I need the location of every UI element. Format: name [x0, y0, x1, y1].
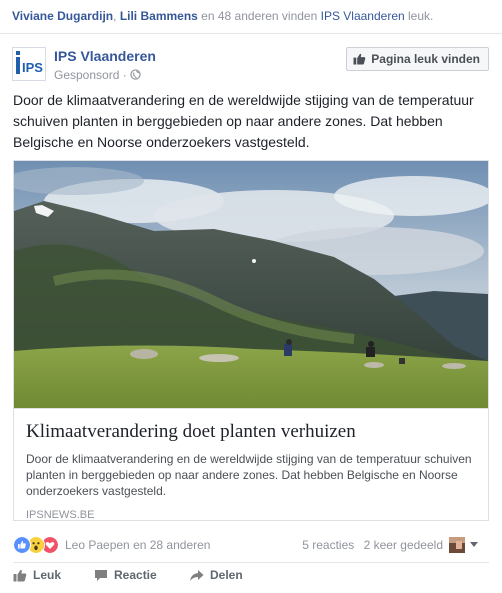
share-button[interactable]: Delen: [189, 568, 243, 582]
post-header: IPS IPS Vlaanderen Gesponsord · Pagina l…: [0, 34, 502, 90]
card-domain: IPSNEWS.BE: [26, 509, 95, 521]
meta-dot: ·: [122, 68, 127, 82]
like-button[interactable]: Leuk: [13, 568, 61, 582]
link-preview-card[interactable]: Klimaatverandering doet planten verhuize…: [13, 160, 489, 521]
reactions-summary: Leo Paepen en 28 anderen 5 reacties 2 ke…: [13, 534, 489, 556]
page-name-link[interactable]: IPS Vlaanderen: [54, 48, 156, 64]
social-suffix: leuk.: [404, 9, 434, 23]
thumbs-up-icon: [353, 53, 366, 65]
post-as-selector[interactable]: [447, 536, 485, 554]
social-page-link[interactable]: IPS Vlaanderen: [321, 9, 405, 23]
page-logo-avatar[interactable]: IPS: [12, 47, 46, 81]
shares-count[interactable]: 2 keer gedeeld: [364, 538, 443, 552]
card-description: Door de klimaatverandering en de wereldw…: [26, 452, 472, 498]
post-text: Door de klimaatverandering en de wereldw…: [13, 92, 474, 150]
comments-count[interactable]: 5 reacties: [302, 538, 354, 552]
card-title[interactable]: Klimaatverandering doet planten verhuize…: [26, 421, 476, 443]
like-reaction-icon: [13, 536, 31, 554]
friend-link-1[interactable]: Viviane Dugardijn: [12, 9, 113, 23]
like-page-button[interactable]: Pagina leuk vinden: [346, 47, 489, 71]
globe-icon: [130, 69, 141, 80]
chevron-down-icon: [470, 542, 478, 547]
reaction-stats: 5 reacties 2 keer gedeeld: [296, 538, 443, 552]
actions-divider: [13, 562, 489, 563]
user-avatar: [449, 537, 465, 553]
card-image-mountain-landscape: [14, 161, 488, 408]
comment-icon: [95, 569, 107, 581]
comment-label: Reactie: [114, 568, 157, 582]
like-page-label: Pagina leuk vinden: [371, 52, 480, 66]
ips-logo-icon: IPS: [13, 48, 45, 80]
card-body: Klimaatverandering doet planten verhuize…: [14, 408, 488, 521]
like-label: Leuk: [33, 568, 62, 582]
friend-link-2[interactable]: Lili Bammens: [120, 9, 198, 23]
comment-button[interactable]: Reactie: [94, 568, 157, 582]
sponsored-label[interactable]: Gesponsord: [54, 68, 119, 82]
thumbs-up-icon: [13, 569, 27, 581]
share-label: Delen: [210, 568, 243, 582]
social-middle-text: en 48 anderen vinden: [197, 9, 321, 23]
social-context-bar: Viviane Dugardijn, Lili Bammens en 48 an…: [0, 0, 502, 34]
logo-text: IPS: [22, 60, 43, 75]
reaction-names[interactable]: Leo Paepen en 28 anderen: [65, 538, 210, 552]
post-meta: Gesponsord ·: [54, 68, 141, 82]
reaction-icons[interactable]: [13, 536, 63, 554]
share-arrow-icon: [190, 569, 204, 581]
social-separator: ,: [113, 9, 120, 23]
